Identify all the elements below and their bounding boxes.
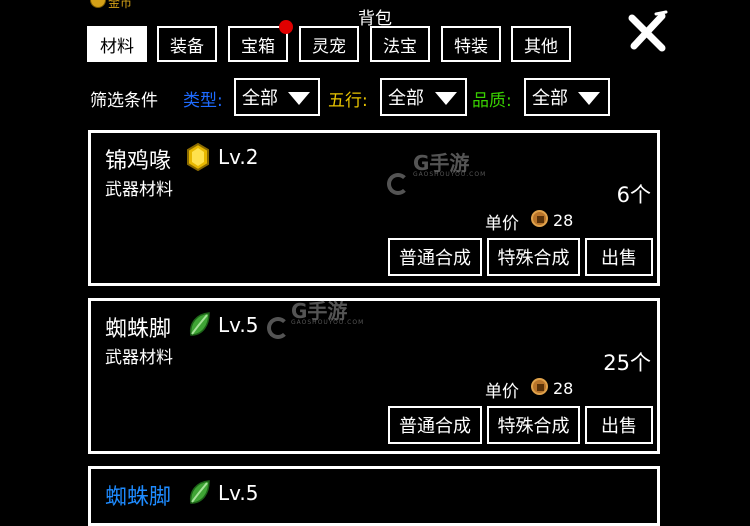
watermark-subtext: GAOSHOUYOU.COM xyxy=(413,171,487,178)
tab-chests[interactable]: 宝箱 xyxy=(228,20,293,62)
quality-select-value: 全部 xyxy=(532,88,568,109)
quality-select[interactable]: 全部 xyxy=(524,78,610,116)
type-select[interactable]: 全部 xyxy=(234,78,320,116)
price-label: 单价 xyxy=(485,382,519,402)
item-card[interactable]: 蜘蛛脚 Lv.5 武器材料 25个 单价 28 普通合成 特殊合成 出售 G手游… xyxy=(88,298,660,454)
item-category: 武器材料 xyxy=(105,180,173,200)
item-level: Lv.5 xyxy=(218,481,259,505)
item-count: 6个 xyxy=(616,183,651,207)
dropdown-arrow-icon xyxy=(435,92,457,105)
sell-button[interactable]: 出售 xyxy=(585,238,653,276)
notification-dot xyxy=(279,20,293,34)
watermark-subtext: GAOSHOUYOU.COM xyxy=(291,319,365,326)
item-card[interactable]: 蜘蛛脚 Lv.5 xyxy=(88,466,660,526)
special-synthesis-button[interactable]: 特殊合成 xyxy=(487,406,580,444)
item-name: 蜘蛛脚 xyxy=(105,485,172,510)
special-synthesis-button[interactable]: 特殊合成 xyxy=(487,238,580,276)
item-name: 蜘蛛脚 xyxy=(105,317,172,342)
dropdown-arrow-icon xyxy=(578,92,600,105)
close-icon xyxy=(628,10,668,52)
item-card[interactable]: 锦鸡喙 Lv.2 武器材料 6个 单价 28 普通合成 特殊合成 出售 G手游 … xyxy=(88,130,660,286)
item-name: 锦鸡喙 xyxy=(105,149,172,174)
element-select[interactable]: 全部 xyxy=(380,78,467,116)
tab-other[interactable]: 其他 xyxy=(511,26,571,62)
price-value: 28 xyxy=(553,211,574,230)
tab-equipment[interactable]: 装备 xyxy=(157,26,217,62)
green-leaf-icon xyxy=(189,312,210,336)
type-select-value: 全部 xyxy=(242,88,278,109)
quality-filter-label: 品质: xyxy=(472,91,512,111)
element-filter-label: 五行: xyxy=(328,91,368,111)
tab-chests-label: 宝箱 xyxy=(241,36,275,57)
close-button[interactable] xyxy=(626,10,670,54)
item-count: 25个 xyxy=(603,351,651,375)
normal-synthesis-button[interactable]: 普通合成 xyxy=(388,238,482,276)
item-category: 武器材料 xyxy=(105,348,173,368)
filter-bar: 筛选条件 类型: 全部 五行: 全部 品质: 全部 xyxy=(0,78,750,118)
tab-treasures[interactable]: 法宝 xyxy=(370,26,430,62)
copper-coin-icon xyxy=(531,378,548,395)
watermark-logo-icon xyxy=(387,173,409,195)
green-leaf-icon xyxy=(189,480,210,504)
normal-synthesis-button[interactable]: 普通合成 xyxy=(388,406,482,444)
tab-special[interactable]: 特装 xyxy=(441,26,501,62)
tab-pets[interactable]: 灵宠 xyxy=(299,26,359,62)
item-level: Lv.5 xyxy=(218,313,259,337)
copper-coin-icon xyxy=(531,210,548,227)
watermark-logo-icon xyxy=(267,317,289,339)
item-level: Lv.2 xyxy=(218,145,259,169)
price-value: 28 xyxy=(553,379,574,398)
filter-label: 筛选条件 xyxy=(90,91,158,111)
dropdown-arrow-icon xyxy=(288,92,310,105)
price-label: 单价 xyxy=(485,214,519,234)
element-select-value: 全部 xyxy=(388,88,424,109)
tab-materials[interactable]: 材料 xyxy=(87,26,147,62)
sell-button[interactable]: 出售 xyxy=(585,406,653,444)
type-filter-label: 类型: xyxy=(183,91,223,111)
gold-gem-icon xyxy=(187,143,209,171)
